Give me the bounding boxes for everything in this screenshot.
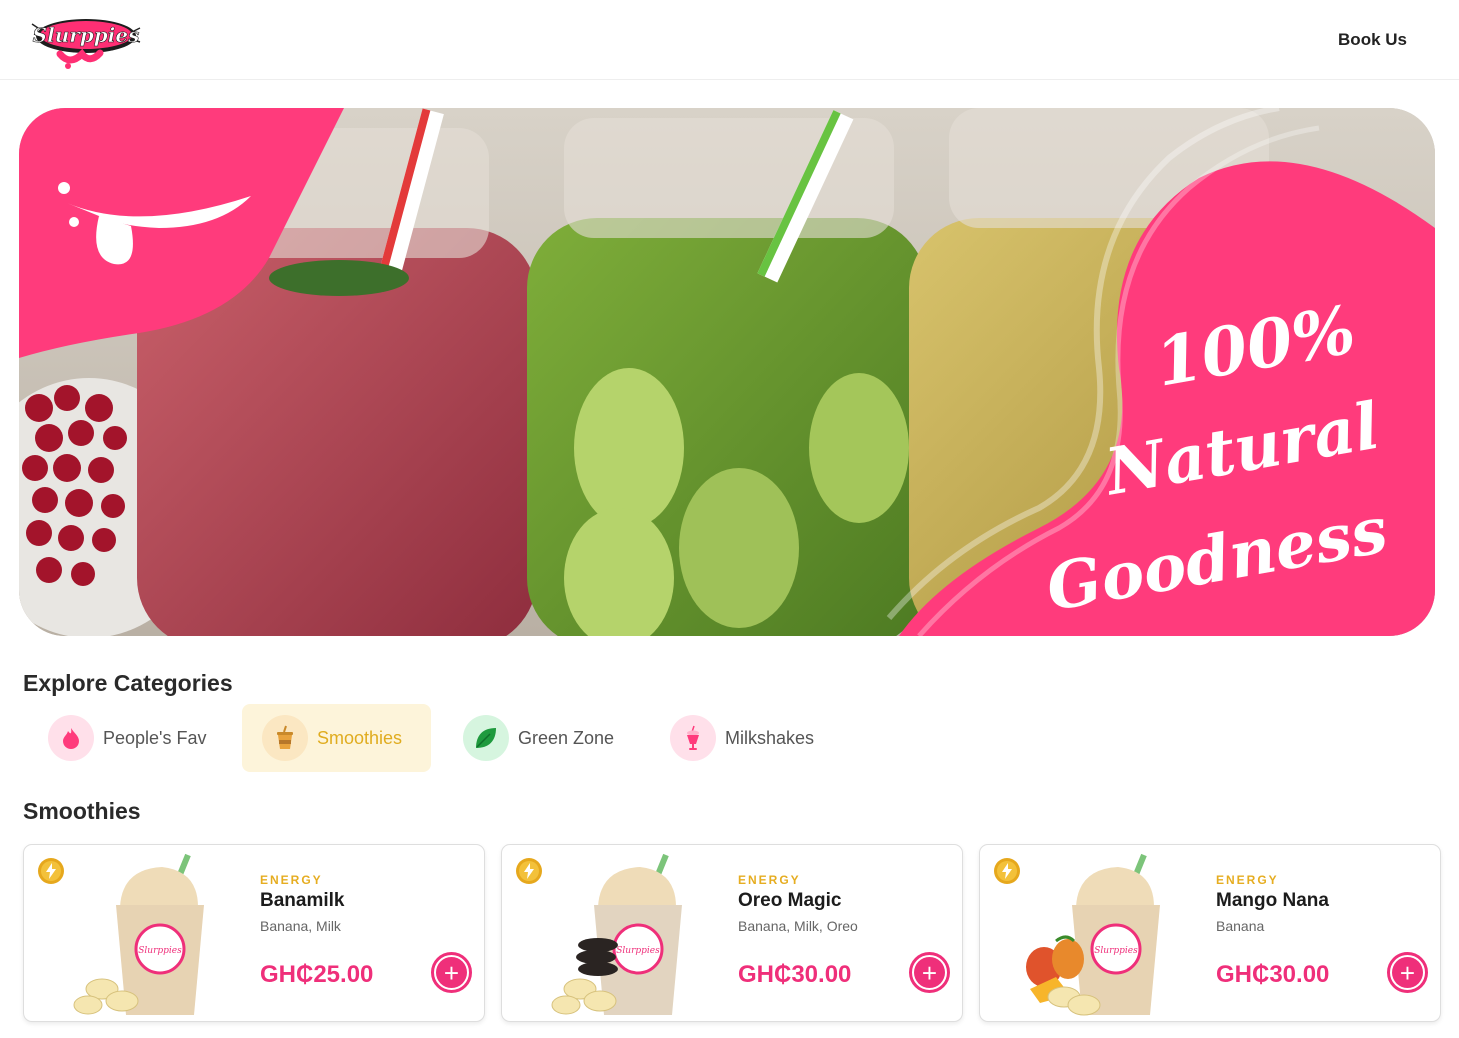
product-price: GH₵30.00 <box>738 961 852 988</box>
add-to-cart-button[interactable]: + <box>909 952 950 993</box>
plus-icon: + <box>436 957 467 988</box>
book-us-link[interactable]: Book Us <box>1338 30 1407 50</box>
product-price: GH₵30.00 <box>1216 961 1330 988</box>
product-image: Slurppies <box>70 849 240 1021</box>
product-tag: ENERGY <box>260 873 323 887</box>
slurppies-logo[interactable]: Slurppies <box>30 6 142 72</box>
categories-heading: Explore Categories <box>23 670 233 696</box>
product-card-banamilk[interactable]: Slurppies ENERGY Banamilk Banana, Milk G… <box>23 844 485 1022</box>
bolt-icon <box>515 857 543 885</box>
leaf-icon <box>463 715 509 761</box>
product-name: Oreo Magic <box>738 890 842 911</box>
category-smoothies[interactable]: Smoothies <box>242 704 431 772</box>
plus-icon: + <box>1392 957 1423 988</box>
product-image: Slurppies <box>548 849 718 1021</box>
category-label: Milkshakes <box>725 727 815 748</box>
flame-icon <box>48 715 94 761</box>
svg-text:Slurppies: Slurppies <box>1094 946 1138 956</box>
product-name: Banamilk <box>260 890 345 911</box>
products-heading: Smoothies <box>23 798 141 824</box>
svg-text:Slurppies: Slurppies <box>33 23 140 47</box>
bolt-icon <box>993 857 1021 885</box>
product-name: Mango Nana <box>1216 890 1329 911</box>
plus-icon: + <box>914 957 945 988</box>
svg-text:Slurppies: Slurppies <box>138 946 182 956</box>
bolt-icon <box>37 857 65 885</box>
product-card-oreo-magic[interactable]: Slurppies ENERGY Oreo Magic Banana, Milk… <box>501 844 963 1022</box>
add-to-cart-button[interactable]: + <box>1387 952 1428 993</box>
product-ingredients: Banana, Milk, Oreo <box>738 918 858 934</box>
category-peoples-fav[interactable]: People's Fav <box>32 704 223 772</box>
category-milkshakes[interactable]: Milkshakes <box>670 704 814 772</box>
add-to-cart-button[interactable]: + <box>431 952 472 993</box>
category-label: Smoothies <box>317 727 403 748</box>
product-ingredients: Banana, Milk <box>260 918 341 934</box>
site-header: Slurppies Book Us <box>0 0 1459 80</box>
category-label: Green Zone <box>518 727 615 748</box>
product-price: GH₵25.00 <box>260 961 374 988</box>
cup-icon <box>262 715 308 761</box>
category-label: People's Fav <box>103 727 207 748</box>
product-image: Slurppies <box>1026 849 1196 1021</box>
milkshake-icon <box>670 715 716 761</box>
svg-text:Slurppies: Slurppies <box>616 946 660 956</box>
category-green-zone[interactable]: Green Zone <box>463 704 614 772</box>
product-tag: ENERGY <box>738 873 801 887</box>
product-tag: ENERGY <box>1216 873 1279 887</box>
product-ingredients: Banana <box>1216 918 1265 934</box>
hero-banner: 100% Natural Goodness <box>19 108 1435 636</box>
product-card-mango-nana[interactable]: Slurppies ENERGY Mango Nana Banana GH₵30… <box>979 844 1441 1022</box>
